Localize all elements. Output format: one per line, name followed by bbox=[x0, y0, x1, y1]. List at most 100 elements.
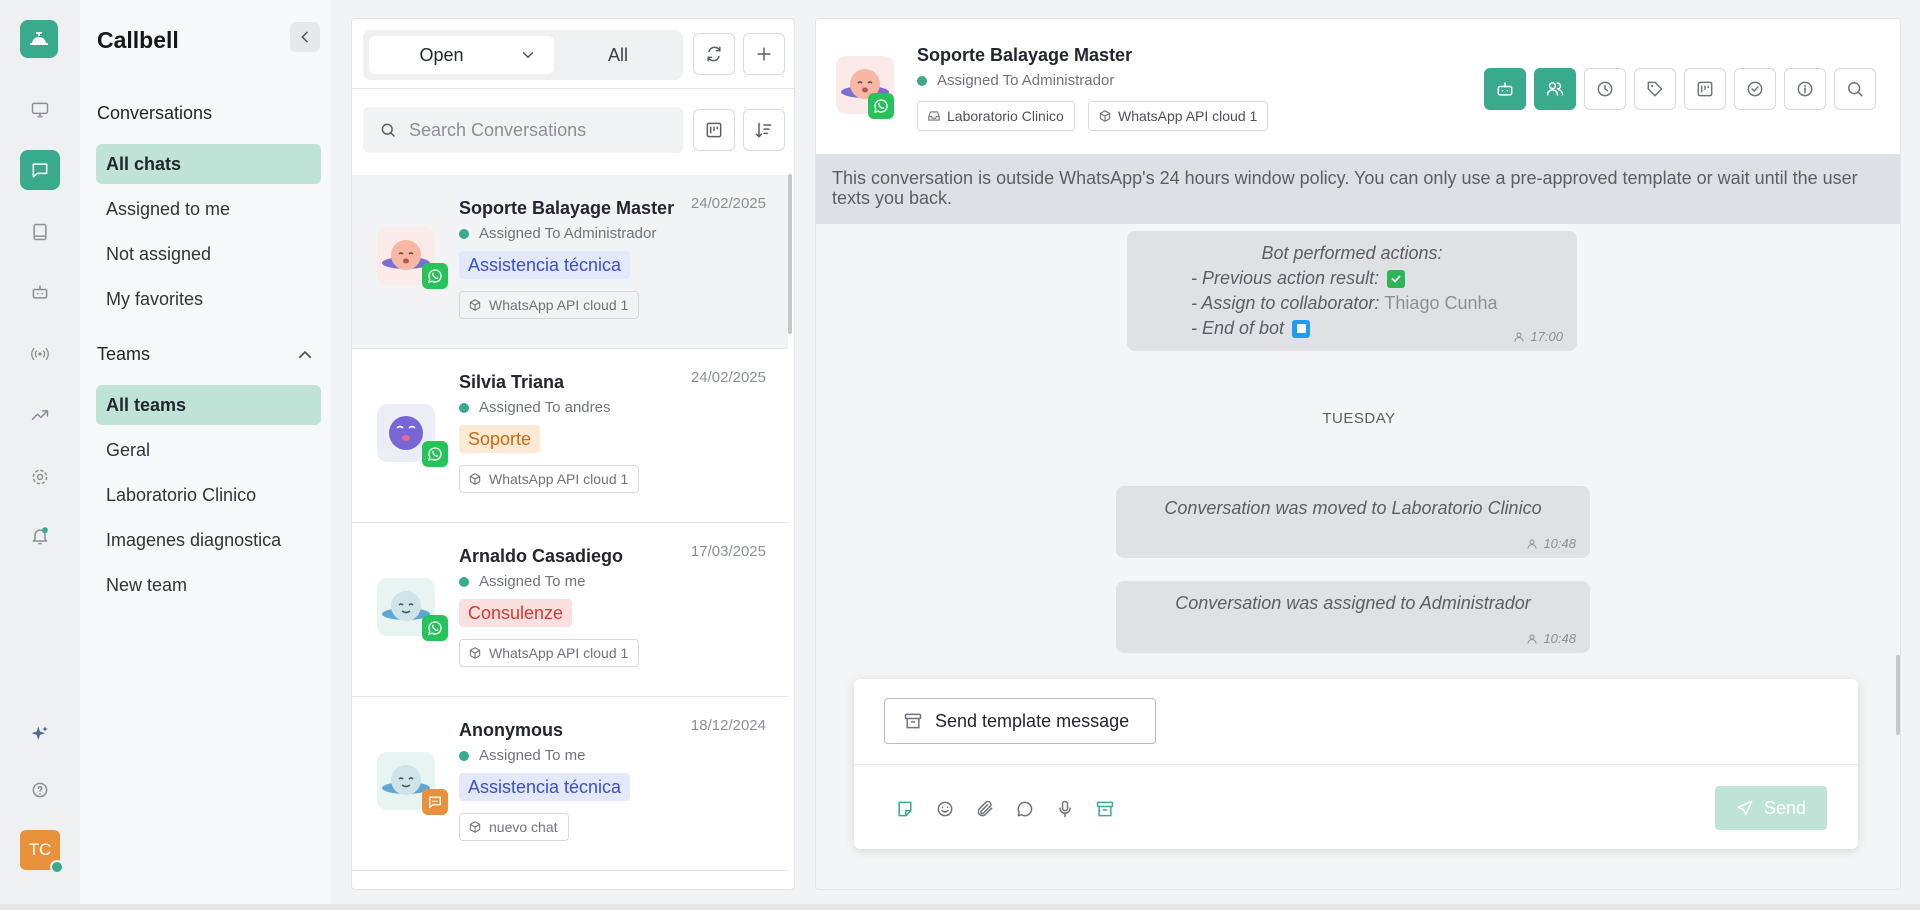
rail-analytics[interactable] bbox=[20, 395, 60, 435]
list-divider bbox=[352, 88, 794, 89]
message-time: 10:48 bbox=[1526, 631, 1576, 646]
filter-all-button[interactable]: All bbox=[563, 36, 673, 74]
schedule-button[interactable] bbox=[1584, 68, 1626, 110]
check-circle-icon bbox=[1747, 81, 1763, 97]
resolve-button[interactable] bbox=[1734, 68, 1776, 110]
rail-ai[interactable] bbox=[20, 714, 60, 754]
conversation-date: 17/03/2025 bbox=[690, 543, 766, 560]
note-icon bbox=[898, 801, 912, 817]
monitor-icon bbox=[31, 102, 49, 118]
assignee-label: Assigned To Administrador bbox=[937, 72, 1115, 89]
chevron-down-icon[interactable] bbox=[519, 46, 537, 64]
note-tool[interactable] bbox=[894, 798, 916, 820]
rail-help[interactable] bbox=[20, 770, 60, 810]
nav-assigned-to-me[interactable]: Assigned to me bbox=[96, 189, 321, 229]
conversation-item[interactable]: Arnaldo Casadiego 17/03/2025 Assigned To… bbox=[352, 523, 788, 697]
conversation-item[interactable]: Soporte Balayage Master 24/02/2025 Assig… bbox=[352, 175, 788, 349]
assign-users-button[interactable] bbox=[1534, 68, 1576, 110]
whatsapp-badge-icon bbox=[422, 263, 448, 289]
assignee-label: Assigned To Administrador bbox=[479, 225, 657, 242]
teams-section-title[interactable]: Teams bbox=[97, 344, 150, 365]
board-view-button[interactable] bbox=[693, 109, 735, 151]
send-button[interactable]: Send bbox=[1715, 786, 1827, 830]
quick-reply-tool[interactable] bbox=[1014, 798, 1036, 820]
new-conversation-button[interactable] bbox=[743, 33, 785, 75]
template-tool[interactable] bbox=[1094, 798, 1116, 820]
whatsapp-badge-icon bbox=[422, 441, 448, 467]
callbell-logo[interactable] bbox=[20, 20, 58, 58]
conversation-item[interactable]: Silvia Triana 24/02/2025 Assigned To and… bbox=[352, 349, 788, 523]
emoji-tool[interactable] bbox=[934, 798, 956, 820]
rail-conversations[interactable] bbox=[20, 150, 60, 190]
cube-icon bbox=[469, 647, 481, 659]
search-box bbox=[363, 107, 683, 153]
microphone-icon bbox=[1059, 800, 1071, 818]
conversation-tag[interactable]: Assistencia técnica bbox=[459, 251, 631, 279]
channel-chip-label: WhatsApp API cloud 1 bbox=[1118, 108, 1258, 124]
clock-icon bbox=[1597, 81, 1613, 97]
system-message: Conversation was assigned to Administrad… bbox=[1116, 581, 1590, 653]
chevron-left-icon bbox=[301, 31, 308, 43]
conversation-list-panel: Open All Soporte Balayage Master 24/02/2 bbox=[351, 18, 795, 890]
cube-icon bbox=[1099, 110, 1111, 122]
chat-contact-name: Soporte Balayage Master bbox=[917, 45, 1133, 65]
channel-label: nuevo chat bbox=[489, 819, 558, 835]
nav-all-teams[interactable]: All teams bbox=[96, 385, 321, 425]
channel-chip[interactable]: WhatsApp API cloud 1 bbox=[1088, 101, 1269, 131]
nav-not-assigned[interactable]: Not assigned bbox=[96, 234, 321, 274]
conversation-item[interactable]: Anonymous 18/12/2024 Assigned To me Assi… bbox=[352, 697, 788, 871]
conversation-tag[interactable]: Soporte bbox=[459, 425, 541, 453]
status-dot bbox=[459, 750, 469, 761]
rail-broadcast[interactable] bbox=[20, 334, 60, 374]
assignment-status: Assigned To me bbox=[459, 747, 585, 764]
search-messages-button[interactable] bbox=[1834, 68, 1876, 110]
nav-team-geral[interactable]: Geral bbox=[96, 430, 321, 470]
info-button[interactable] bbox=[1784, 68, 1826, 110]
refresh-button[interactable] bbox=[693, 33, 735, 75]
conversation-tag[interactable]: Consulenze bbox=[459, 599, 573, 627]
send-template-label: Send template message bbox=[935, 710, 1130, 731]
chevron-up-icon[interactable] bbox=[296, 346, 314, 364]
contact-name: Soporte Balayage Master bbox=[459, 198, 675, 218]
nav-my-favorites[interactable]: My favorites bbox=[96, 279, 321, 319]
chat-scrollbar[interactable] bbox=[1896, 655, 1900, 735]
collapse-sidebar-button[interactable] bbox=[290, 22, 320, 52]
list-scrollbar[interactable] bbox=[788, 174, 792, 334]
tags-button[interactable] bbox=[1634, 68, 1676, 110]
rail-dashboard[interactable] bbox=[20, 90, 60, 130]
rail-settings[interactable] bbox=[20, 457, 60, 497]
team-chip[interactable]: Laboratorio Clinico bbox=[917, 101, 1075, 131]
bot-actions-message: Bot performed actions: - Previous action… bbox=[1127, 231, 1577, 351]
bot-action-label: - Previous action result: bbox=[1191, 268, 1380, 288]
rail-contacts[interactable] bbox=[20, 212, 60, 252]
bot-button[interactable] bbox=[1484, 68, 1526, 110]
filter-open-dropdown[interactable]: Open bbox=[369, 36, 554, 74]
user-avatar[interactable]: TC bbox=[20, 830, 64, 874]
voice-tool[interactable] bbox=[1054, 798, 1076, 820]
nav-team-imagenes[interactable]: Imagenes diagnostica bbox=[96, 520, 321, 560]
search-input[interactable] bbox=[409, 107, 669, 153]
sort-button[interactable] bbox=[743, 109, 785, 151]
whatsapp-badge-icon bbox=[868, 93, 894, 119]
conversation-tag[interactable]: Assistencia técnica bbox=[459, 773, 631, 801]
nav-team-laboratorio[interactable]: Laboratorio Clinico bbox=[96, 475, 321, 515]
attach-tool[interactable] bbox=[974, 798, 996, 820]
time-label: 10:48 bbox=[1543, 631, 1576, 646]
cube-icon bbox=[469, 821, 481, 833]
chat-panel: Soporte Balayage Master Assigned To Admi… bbox=[815, 18, 1901, 890]
nav-team-new[interactable]: New team bbox=[96, 565, 321, 605]
bot-action-label: - End of bot bbox=[1191, 318, 1285, 338]
pipeline-button[interactable] bbox=[1684, 68, 1726, 110]
rail-notifications[interactable] bbox=[20, 516, 60, 556]
rail-bots[interactable] bbox=[20, 272, 60, 312]
channel-label: WhatsApp API cloud 1 bbox=[489, 297, 629, 313]
sidebar: Callbell Conversations All chats Assigne… bbox=[80, 0, 331, 910]
assignee-label: Assigned To me bbox=[479, 573, 586, 590]
nav-all-chats[interactable]: All chats bbox=[96, 144, 321, 184]
tag-icon bbox=[1647, 81, 1663, 97]
status-dot bbox=[459, 228, 469, 239]
cube-icon bbox=[469, 473, 481, 485]
message-time: 17:00 bbox=[1513, 329, 1563, 344]
send-icon bbox=[1737, 800, 1753, 816]
send-template-button[interactable]: Send template message bbox=[884, 698, 1156, 744]
